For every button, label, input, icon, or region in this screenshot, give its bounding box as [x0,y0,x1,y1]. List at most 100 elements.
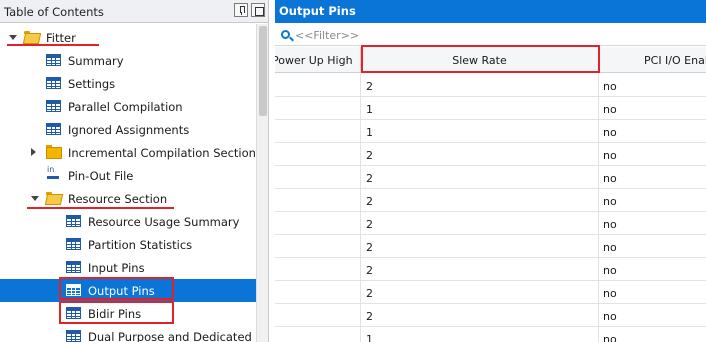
table-cell: 2 [361,143,599,166]
tree-item-resource-usage-summary[interactable]: Resource Usage Summary [0,210,256,233]
table-icon [46,77,61,89]
table-cell [275,281,361,304]
table-cell [275,143,361,166]
pinout-file-icon: in [46,165,61,181]
table-cell: 2 [361,304,599,327]
tree-item-label: Resource Section [68,192,168,206]
annotation-underline [7,44,99,46]
table-cell [275,258,361,281]
table-cell: no [603,149,617,162]
table-row[interactable]: 1 no [275,97,706,120]
scrollbar-thumb[interactable] [259,26,267,116]
table-cell: no [603,126,617,139]
column-header-power-up-high[interactable]: Power Up High [275,47,361,73]
tree-item-label: Pin-Out File [68,169,134,183]
table-cell: 2 [361,212,599,235]
report-header: Output Pins [275,0,706,23]
annotation-box [361,45,600,73]
table-icon [66,215,81,227]
table-of-contents-panel: Table of Contents Fitter Summary Setting… [0,0,269,342]
tree-item-settings[interactable]: Settings [0,72,256,95]
table-cell [275,97,361,120]
report-title: Output Pins [279,4,356,18]
table-row[interactable]: 2 no [275,258,706,281]
tree-item-label: Partition Statistics [88,238,193,252]
toc-title: Table of Contents [4,5,104,19]
expand-arrow-icon[interactable] [31,196,39,201]
tree-item-label: Dual Purpose and Dedicated Pins [88,330,269,342]
annotation-underline [27,207,174,209]
table-cell: no [603,80,617,93]
table-icon [66,261,81,273]
toc-header: Table of Contents [0,0,268,23]
tree-item-incremental-compilation-section[interactable]: Incremental Compilation Section [0,141,256,164]
tree-item-label: Parallel Compilation [68,100,183,114]
table-row[interactable]: 2 no [275,166,706,189]
table-row[interactable]: 2 no [275,212,706,235]
toc-scrollbar[interactable] [256,24,268,342]
annotation-box [59,301,174,324]
tree-item-partition-statistics[interactable]: Partition Statistics [0,233,256,256]
table-cell: no [603,287,617,300]
tree-item-summary[interactable]: Summary [0,49,256,72]
table-cell: 2 [361,281,599,304]
tree-item-label: Ignored Assignments [68,123,190,137]
table-icon [46,100,61,112]
tree-item-label: Settings [68,77,116,91]
table-cell [275,212,361,235]
table-row[interactable]: 2 no [275,189,706,212]
table-row[interactable]: 2 no [275,281,706,304]
table-cell [275,120,361,143]
table-cell [275,235,361,258]
table-row[interactable]: 2 no [275,143,706,166]
table-cell: 1 [361,97,599,120]
table-icon [46,123,61,135]
tree-item-label: Resource Usage Summary [88,215,240,229]
table-cell: no [603,333,617,342]
table-cell [275,74,361,97]
table-cell [275,189,361,212]
table-cell [275,304,361,327]
search-icon [281,30,290,39]
expand-arrow-icon[interactable] [9,35,17,40]
table-row[interactable]: 2 no [275,235,706,258]
table-row[interactable]: 2 no [275,304,706,327]
pin-icon[interactable] [234,3,248,17]
table-cell: 2 [361,189,599,212]
tree-item-parallel-compilation[interactable]: Parallel Compilation [0,95,256,118]
tree-item-label: Input Pins [88,261,145,275]
table-cell: 2 [361,258,599,281]
table-cell [275,327,361,342]
column-header-pci-io-enabled[interactable]: PCI I/O Enabled [599,47,706,73]
table-cell: 1 [361,327,599,342]
table-cell: 2 [361,74,599,97]
table-row[interactable]: 2 no [275,74,706,97]
tree-item-label: Incremental Compilation Section [68,146,256,160]
table-cell: 2 [361,235,599,258]
table-row[interactable]: 1 no [275,327,706,342]
output-pins-panel: Output Pins Power Up High Slew Rate PCI … [275,0,706,342]
table-cell: 1 [361,120,599,143]
folder-open-icon [46,192,61,204]
tree-item-ignored-assignments[interactable]: Ignored Assignments [0,118,256,141]
folder-closed-icon [46,145,62,159]
table-cell: no [603,241,617,254]
table-cell: no [603,103,617,116]
expand-arrow-icon[interactable] [31,148,36,156]
table-row[interactable]: 1 no [275,120,706,143]
tree-item-dual-purpose-pins[interactable]: Dual Purpose and Dedicated Pins [0,325,268,342]
filter-bar [275,24,706,46]
filter-input[interactable] [295,27,695,43]
table-cell [275,166,361,189]
table-cell: no [603,172,617,185]
tree-item-label: Fitter [46,31,76,45]
table-icon [66,330,81,342]
float-window-icon[interactable] [251,3,265,17]
table-icon [46,54,61,66]
table-cell: no [603,264,617,277]
tree-item-pin-out-file[interactable]: in Pin-Out File [0,164,256,187]
tree-item-input-pins[interactable]: Input Pins [0,256,256,279]
table-cell: no [603,310,617,323]
annotation-box [59,277,174,300]
table-icon [66,238,81,250]
